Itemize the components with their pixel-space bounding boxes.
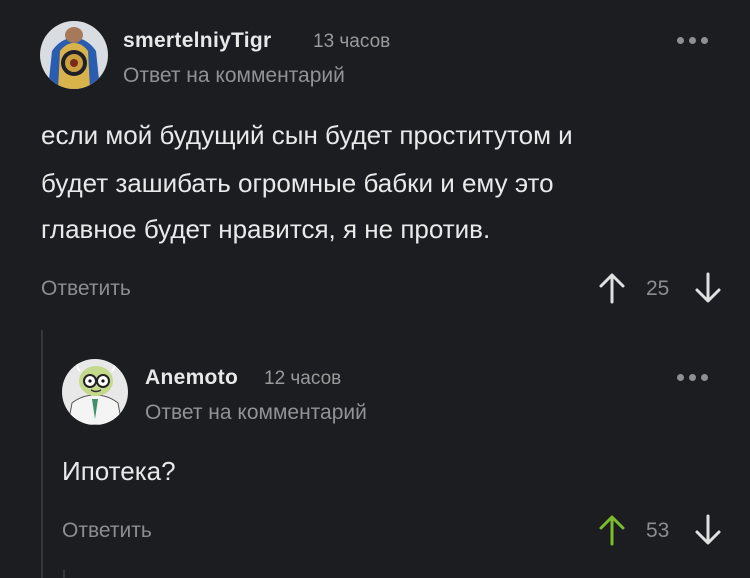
reply-button[interactable]: Ответить bbox=[62, 519, 152, 543]
arrow-up-icon bbox=[599, 515, 625, 546]
username[interactable]: Anemoto bbox=[145, 366, 238, 390]
arrow-down-icon bbox=[695, 514, 721, 545]
dot-icon bbox=[689, 374, 696, 381]
reply-to-link[interactable]: Ответ на комментарий bbox=[145, 401, 367, 425]
avatar[interactable] bbox=[62, 359, 128, 425]
dot-icon bbox=[701, 374, 708, 381]
more-options-button[interactable] bbox=[677, 374, 708, 381]
upvote-button[interactable] bbox=[598, 514, 626, 551]
avatar-professor-cartoon-icon bbox=[62, 359, 128, 425]
comment-text-line: Ипотека? bbox=[62, 456, 176, 486]
timestamp: 12 часов bbox=[264, 368, 342, 389]
comment-reply: Anemoto 12 часов Ответ на комментарий Ип… bbox=[0, 0, 750, 578]
downvote-button[interactable] bbox=[694, 514, 722, 551]
dot-icon bbox=[677, 374, 684, 381]
rating-count: 53 bbox=[646, 519, 670, 542]
